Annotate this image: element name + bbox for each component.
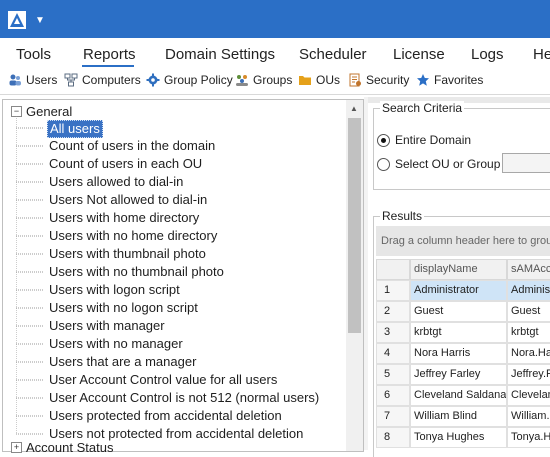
toolbar: Users Computers Group Policy Groups OUs … — [0, 68, 550, 95]
row-number-header — [376, 259, 410, 280]
tree-scrollbar[interactable]: ▲ — [346, 100, 363, 451]
row-number: 1 — [376, 280, 410, 301]
row-number: 4 — [376, 343, 410, 364]
gear-icon — [146, 73, 160, 87]
tree-item[interactable]: Users with manager — [47, 318, 167, 334]
group-by-panel[interactable]: Drag a column header here to group by th… — [376, 226, 550, 256]
tree-item[interactable]: Users with no manager — [47, 336, 185, 352]
cell-displayname[interactable]: William Blind — [410, 406, 507, 427]
row-number: 3 — [376, 322, 410, 343]
cell-samaccountname[interactable]: krbtgt — [507, 322, 550, 343]
toolbar-computers-button[interactable]: Computers — [64, 73, 141, 87]
toolbar-group-policy-button[interactable]: Group Policy — [146, 73, 233, 87]
menu-domain-settings[interactable]: Domain Settings — [165, 46, 275, 63]
tree-item[interactable]: User Account Control is not 512 (normal … — [47, 390, 321, 406]
cell-samaccountname[interactable]: Jeffrey.Farley — [507, 364, 550, 385]
toolbar-groups-label: Groups — [253, 73, 293, 87]
menu-help[interactable]: He — [533, 46, 550, 63]
column-header-samaccountname[interactable]: sAMAccountName — [507, 259, 550, 280]
expand-icon[interactable]: + — [11, 442, 22, 453]
menu-tools[interactable]: Tools — [16, 46, 51, 63]
toolbar-ous-button[interactable]: OUs — [298, 73, 340, 87]
report-tree[interactable]: − General All users Count of users in th — [2, 99, 364, 455]
cell-samaccountname[interactable]: Nora.Harris — [507, 343, 550, 364]
cell-samaccountname[interactable]: Guest — [507, 301, 550, 322]
toolbar-users-label: Users — [26, 73, 58, 87]
tree-item[interactable]: Users with logon script — [47, 282, 182, 298]
cell-displayname[interactable]: Jeffrey Farley — [410, 364, 507, 385]
tree-item[interactable]: User Account Control value for all users — [47, 372, 279, 388]
select-ou-radio[interactable] — [377, 158, 390, 171]
tree-item[interactable]: Users that are a manager — [47, 354, 198, 370]
menu-reports[interactable]: Reports — [83, 46, 136, 63]
entire-domain-label[interactable]: Entire Domain — [395, 133, 471, 147]
users-icon — [9, 74, 21, 86]
tree-item[interactable]: Users Not allowed to dial-in — [47, 192, 209, 208]
cell-samaccountname[interactable]: Cleveland.Saldana — [507, 385, 550, 406]
cell-samaccountname[interactable]: William.Blind — [507, 406, 550, 427]
menu-scheduler[interactable]: Scheduler — [299, 46, 367, 63]
search-criteria-group: Search Criteria Entire Domain Select OU … — [373, 101, 550, 190]
menu-logs[interactable]: Logs — [471, 46, 504, 63]
tree-item[interactable]: Count of users in each OU — [47, 156, 204, 172]
row-number: 6 — [376, 385, 410, 406]
star-icon — [417, 74, 429, 86]
menu-license[interactable]: License — [393, 46, 445, 63]
toolbar-ous-label: OUs — [316, 73, 340, 87]
row-number: 8 — [376, 427, 410, 448]
toolbar-favorites-button[interactable]: Favorites — [416, 73, 483, 87]
select-ou-label[interactable]: Select OU or Group — [395, 157, 500, 171]
tree-node-account-status[interactable]: + Account Status — [11, 440, 113, 455]
ou-group-input[interactable] — [502, 153, 550, 173]
toolbar-computers-label: Computers — [82, 73, 141, 87]
row-number: 5 — [376, 364, 410, 385]
toolbar-group-policy-label: Group Policy — [164, 73, 233, 87]
column-header-displayname[interactable]: displayName — [410, 259, 507, 280]
tree-node-label: Account Status — [26, 440, 114, 455]
cell-displayname[interactable]: Tonya Hughes — [410, 427, 507, 448]
results-title: Results — [380, 209, 425, 223]
tree-item[interactable]: Users with home directory — [47, 210, 201, 226]
tree-item[interactable]: Users with no logon script — [47, 300, 200, 316]
security-icon — [349, 73, 361, 87]
toolbar-favorites-label: Favorites — [434, 73, 484, 87]
quick-access-dropdown[interactable]: ▼ — [35, 15, 45, 26]
computers-icon — [64, 73, 78, 87]
row-number: 7 — [376, 406, 410, 427]
toolbar-users-button[interactable]: Users — [8, 73, 57, 87]
cell-samaccountname[interactable]: Tonya.Hughes — [507, 427, 550, 448]
cell-displayname[interactable]: Guest — [410, 301, 507, 322]
toolbar-security-button[interactable]: Security — [348, 73, 409, 87]
tree-item[interactable]: Users allowed to dial-in — [47, 174, 185, 190]
groups-icon — [236, 75, 248, 86]
cell-displayname[interactable]: Nora Harris — [410, 343, 507, 364]
tree-item[interactable]: Users with thumbnail photo — [47, 246, 208, 262]
folder-icon — [299, 76, 311, 85]
toolbar-security-label: Security — [366, 73, 410, 87]
cell-samaccountname[interactable]: Administrator — [507, 280, 550, 301]
app-logo-icon[interactable] — [8, 11, 26, 29]
tree-item[interactable]: Users protected from accidental deletion — [47, 408, 284, 424]
tree-item[interactable]: Users with no home directory — [47, 228, 219, 244]
entire-domain-radio[interactable] — [377, 134, 390, 147]
toolbar-groups-button[interactable]: Groups — [235, 73, 292, 87]
title-bar: ▼ — [0, 0, 550, 38]
right-panel: Search Criteria Entire Domain Select OU … — [368, 97, 550, 457]
tree-item[interactable]: Count of users in the domain — [47, 138, 217, 154]
tree-item-all-users[interactable]: All users — [47, 120, 103, 138]
cell-displayname[interactable]: krbtgt — [410, 322, 507, 343]
search-criteria-title: Search Criteria — [380, 101, 465, 115]
scroll-up-arrow-icon[interactable]: ▲ — [350, 104, 358, 113]
menu-bar: Tools Reports Domain Settings Scheduler … — [0, 38, 550, 68]
active-menu-indicator — [82, 65, 134, 67]
cell-displayname[interactable]: Administrator — [410, 280, 507, 301]
row-number: 2 — [376, 301, 410, 322]
tree-connector-lines — [16, 116, 44, 435]
cell-displayname[interactable]: Cleveland Saldana — [410, 385, 507, 406]
scroll-thumb[interactable] — [348, 118, 361, 333]
tree-item[interactable]: Users with no thumbnail photo — [47, 264, 226, 280]
results-group: Results Drag a column header here to gro… — [373, 209, 550, 457]
